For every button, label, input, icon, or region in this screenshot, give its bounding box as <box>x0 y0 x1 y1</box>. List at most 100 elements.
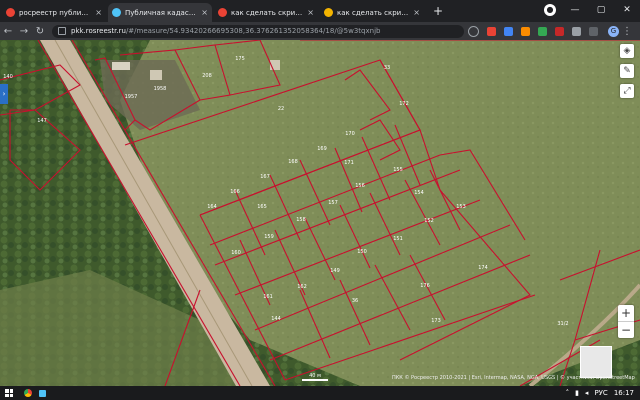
reload-icon[interactable]: ↻ <box>32 26 48 37</box>
parcel-label: 154 <box>414 190 424 196</box>
extension-orange-icon[interactable] <box>521 26 530 36</box>
building <box>150 70 162 80</box>
expand-panel-button[interactable]: › <box>0 84 8 104</box>
window-controls: ● — ▢ ✕ <box>544 0 640 20</box>
extension-grey-icon[interactable] <box>572 26 581 36</box>
input-language[interactable]: РУС <box>594 389 607 397</box>
parcel-label: 155 <box>393 167 403 173</box>
windows-start-icon[interactable] <box>5 389 13 397</box>
tab-strip: росреестр публичная кадастро × Публичная… <box>0 0 640 22</box>
parcel-label: 171 <box>344 160 354 166</box>
parcel-label: 168 <box>288 159 298 165</box>
profile-avatar[interactable]: G <box>608 25 619 37</box>
address-bar[interactable]: pkk.rosreestr.ru /#/measure/54.934202666… <box>52 24 464 38</box>
incognito-icon[interactable]: ● <box>544 4 556 16</box>
google-icon <box>218 8 227 17</box>
parcel-label: 144 <box>271 316 281 322</box>
zoom-out-button[interactable]: − <box>618 321 634 338</box>
tab-title: как сделать скрин экрана на н <box>337 8 410 17</box>
tab-cadastral-map[interactable]: Публичная кадастровая карта × <box>108 3 212 22</box>
forward-icon[interactable]: → <box>16 26 32 37</box>
parcel-label: 159 <box>264 234 274 240</box>
parcel-label: 149 <box>330 268 340 274</box>
parcel-label: 166 <box>230 189 240 195</box>
parcel-label: 158 <box>296 217 306 223</box>
parcel-label: 36 <box>352 298 358 304</box>
parcel-label: 162 <box>297 284 307 290</box>
zoom-control: + − <box>618 305 634 338</box>
pkk-icon <box>112 8 121 17</box>
parcel-label: 160 <box>231 250 241 256</box>
parcel-label: 170 <box>345 131 355 137</box>
system-tray: ˄ ▮ ◂ РУС 16:17 <box>566 389 640 397</box>
close-icon[interactable]: × <box>413 8 420 17</box>
parcel-label: 157 <box>328 200 338 206</box>
parcel-label: 1957 <box>125 94 138 100</box>
parcel-label: 165 <box>257 204 267 210</box>
layers-icon[interactable]: ◈ <box>620 44 634 58</box>
map-canvas: 140 147 1957 1958 208 175 33 22 172 171 … <box>0 40 640 386</box>
volume-icon[interactable]: ◂ <box>585 389 589 397</box>
parcel-label: 22 <box>278 106 284 112</box>
site-icon <box>324 8 333 17</box>
extension-pdf-icon[interactable] <box>487 26 496 36</box>
window-close-icon[interactable]: ✕ <box>614 5 640 15</box>
extension-red-icon[interactable] <box>555 26 564 36</box>
chevron-up-icon[interactable]: ˄ <box>566 389 570 397</box>
lock-icon <box>58 27 66 35</box>
bookmark-star-icon[interactable] <box>468 25 479 37</box>
tab-title: росреестр публичная кадастро <box>19 8 92 17</box>
parcel-label: 161 <box>263 294 273 300</box>
minimize-icon[interactable]: — <box>562 5 588 15</box>
parcel-label: 164 <box>207 204 217 210</box>
parcel-label: 156 <box>355 183 365 189</box>
url-path: /#/measure/54.93420266695308,36.37626135… <box>125 27 381 35</box>
parcel-label: 31/2 <box>557 321 568 327</box>
extension-green-icon[interactable] <box>538 26 547 36</box>
parcel-label: 172 <box>399 101 409 107</box>
cadastral-map[interactable]: 140 147 1957 1958 208 175 33 22 172 171 … <box>0 40 640 386</box>
parcel-label: 167 <box>260 174 270 180</box>
tab-screenshot-help-2[interactable]: как сделать скрин экрана на н × <box>320 3 424 22</box>
building <box>112 62 130 70</box>
parcel-label: 140 <box>3 74 13 80</box>
parcel-label: 169 <box>317 146 327 152</box>
url-host: pkk.rosreestr.ru <box>71 27 126 35</box>
back-icon[interactable]: ← <box>0 26 16 37</box>
maximize-icon[interactable]: ▢ <box>588 5 614 15</box>
parcel-label: 152 <box>424 218 434 224</box>
new-tab-button[interactable]: + <box>430 4 446 20</box>
scale-bar: 40 м <box>302 373 328 381</box>
tab-title: Публичная кадастровая карта <box>125 8 198 17</box>
fullscreen-icon[interactable]: ⤢ <box>620 84 634 98</box>
zoom-in-button[interactable]: + <box>618 305 634 321</box>
parcel-label: 33 <box>384 65 390 71</box>
app-taskbar-icon[interactable] <box>35 386 49 400</box>
extension-dark-icon[interactable] <box>589 26 598 36</box>
browser-toolbar: ← → ↻ pkk.rosreestr.ru /#/measure/54.934… <box>0 22 640 40</box>
close-icon[interactable]: × <box>201 8 208 17</box>
parcel-label: 173 <box>431 318 441 324</box>
parcel-label: 174 <box>478 265 488 271</box>
parcel-label: 1958 <box>154 86 167 92</box>
tab-title: как сделать скрин экрана на н <box>231 8 304 17</box>
parcel-label: 175 <box>235 56 245 62</box>
chrome-taskbar-icon[interactable] <box>21 386 35 400</box>
measure-icon[interactable]: ✎ <box>620 64 634 78</box>
parcel-label: 208 <box>202 73 212 79</box>
extension-blue-icon[interactable] <box>504 26 513 36</box>
menu-icon[interactable]: ⋮ <box>619 26 635 37</box>
close-icon[interactable]: × <box>95 8 102 17</box>
map-attribution: ПКК © Росреестр 2010-2021 | Esri, Interm… <box>392 375 635 381</box>
parcel-label: 147 <box>37 118 47 124</box>
tab-rosreestr-search[interactable]: росреестр публичная кадастро × <box>2 3 106 22</box>
windows-taskbar: ˄ ▮ ◂ РУС 16:17 <box>0 386 640 400</box>
overview-minimap[interactable] <box>580 346 612 378</box>
clock[interactable]: 16:17 <box>614 389 634 397</box>
parcel-label: 151 <box>393 236 403 242</box>
network-icon[interactable]: ▮ <box>575 389 579 397</box>
parcel-label: 150 <box>357 249 367 255</box>
close-icon[interactable]: × <box>307 8 314 17</box>
parcel-label: 176 <box>420 283 430 289</box>
tab-screenshot-help-1[interactable]: как сделать скрин экрана на н × <box>214 3 318 22</box>
